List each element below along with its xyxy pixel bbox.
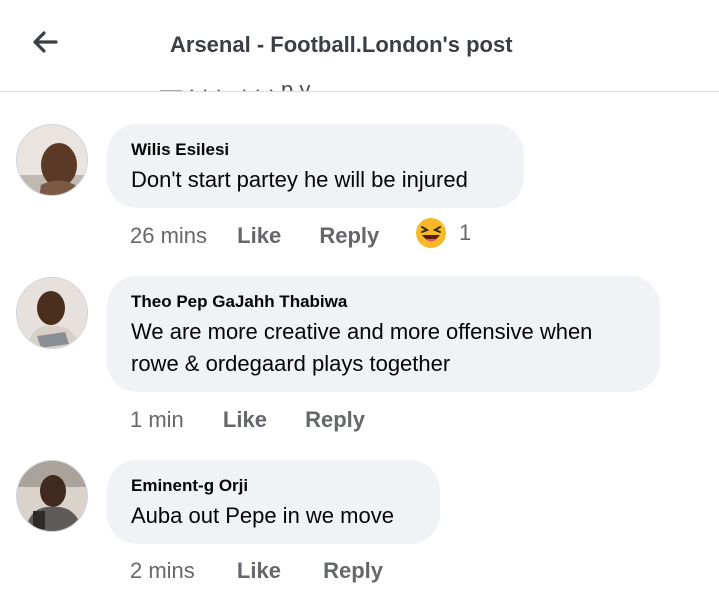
comment-actions: 2 mins Like Reply bbox=[130, 558, 383, 584]
comment-time[interactable]: 1 min bbox=[130, 407, 184, 433]
avatar[interactable] bbox=[16, 277, 88, 349]
back-button[interactable] bbox=[28, 25, 62, 59]
comment-time[interactable]: 26 mins bbox=[130, 223, 207, 249]
top-bar: Arsenal - Football.London's post bbox=[0, 0, 719, 92]
page-title: Arsenal - Football.London's post bbox=[170, 32, 513, 57]
reply-button[interactable]: Reply bbox=[323, 558, 383, 584]
comment-author[interactable]: Eminent-g Orji bbox=[131, 476, 416, 496]
comment-time[interactable]: 2 mins bbox=[130, 558, 195, 584]
comment-bubble: Wilis Esilesi Don't start partey he will… bbox=[107, 124, 524, 208]
comment-author[interactable]: Theo Pep GaJahh Thabiwa bbox=[131, 292, 636, 312]
comment-bubble: Theo Pep GaJahh Thabiwa We are more crea… bbox=[107, 276, 660, 392]
comment-text: Don't start partey he will be injured bbox=[131, 167, 468, 192]
arrow-left-icon bbox=[33, 31, 58, 53]
comment-text: Auba out Pepe in we move bbox=[131, 503, 394, 528]
partially-hidden-text: — · · · , · · · p y bbox=[160, 77, 311, 91]
comment-text: We are more creative and more offensive … bbox=[131, 319, 593, 376]
laughing-emoji-icon bbox=[416, 218, 446, 248]
avatar[interactable] bbox=[16, 124, 88, 196]
avatar[interactable] bbox=[16, 460, 88, 532]
like-button[interactable]: Like bbox=[237, 558, 281, 584]
reply-button[interactable]: Reply bbox=[319, 223, 379, 249]
reaction-count: 1 bbox=[459, 220, 472, 245]
like-button[interactable]: Like bbox=[237, 223, 281, 249]
comment-actions: 26 mins Like Reply bbox=[130, 223, 379, 249]
comment-bubble: Eminent-g Orji Auba out Pepe in we move bbox=[107, 460, 440, 544]
reply-button[interactable]: Reply bbox=[305, 407, 365, 433]
like-button[interactable]: Like bbox=[223, 407, 267, 433]
comment-actions: 1 min Like Reply bbox=[130, 407, 365, 433]
reaction-badge[interactable] bbox=[415, 217, 447, 249]
comment-author[interactable]: Wilis Esilesi bbox=[131, 140, 500, 160]
